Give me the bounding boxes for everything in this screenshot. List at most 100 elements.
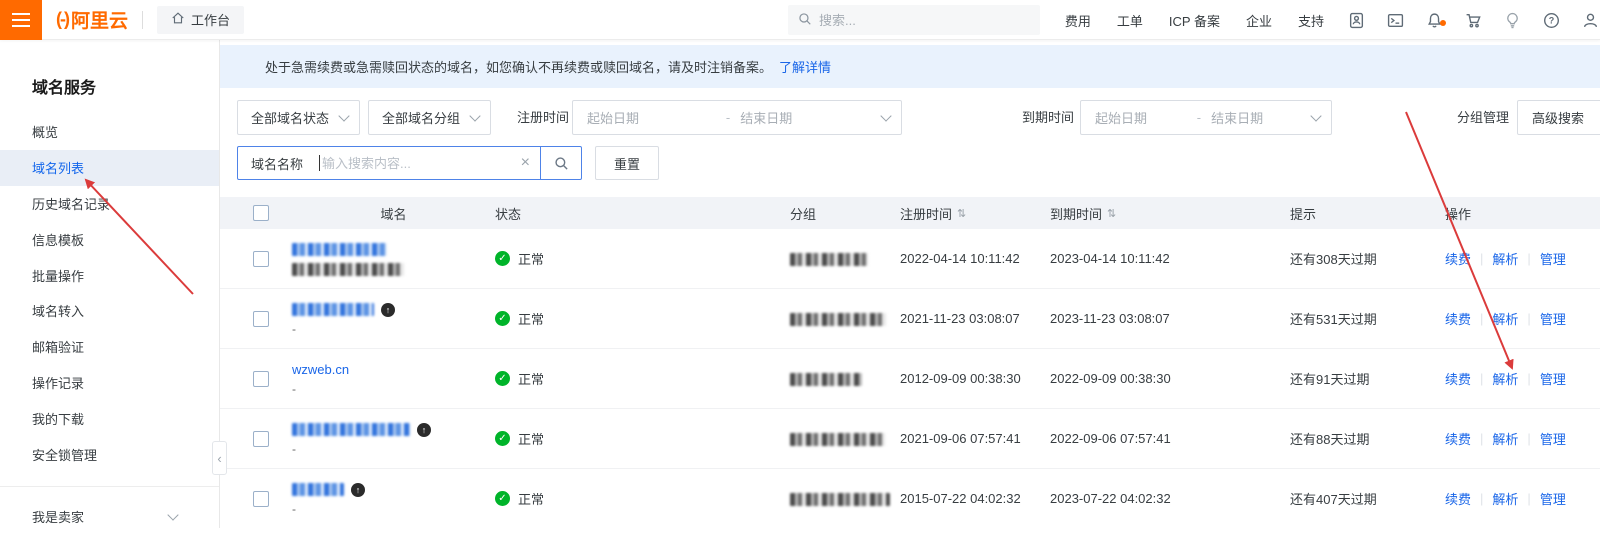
domain-link[interactable]: wzweb.cn (292, 362, 349, 377)
action-link-续费[interactable]: 续费 (1445, 489, 1471, 508)
advanced-search-label: 高级搜索 (1532, 108, 1584, 127)
group-redacted (790, 313, 886, 326)
topbar-nav-item[interactable]: 费用 (1052, 11, 1104, 30)
table-row: ↑-✓正常2021-11-23 03:08:072023-11-23 03:08… (220, 289, 1600, 349)
start-date-placeholder[interactable]: 起始日期 (1095, 108, 1187, 127)
domain-redacted[interactable] (292, 243, 387, 256)
sidebar-item-操作记录[interactable]: 操作记录 (0, 365, 219, 401)
action-link-管理[interactable]: 管理 (1540, 489, 1566, 508)
action-link-管理[interactable]: 管理 (1540, 369, 1566, 388)
group-redacted (790, 493, 890, 506)
sidebar-item-概览[interactable]: 概览 (0, 114, 219, 150)
status-text: 正常 (518, 489, 544, 508)
search-field-selector[interactable]: 域名名称 (238, 154, 319, 173)
action-link-解析[interactable]: 解析 (1492, 489, 1518, 508)
global-search-box[interactable] (788, 5, 1040, 35)
notice-learn-more-link[interactable]: 了解详情 (779, 57, 831, 76)
domain-group-dropdown[interactable]: 全部域名分组 (368, 100, 491, 135)
action-link-解析[interactable]: 解析 (1492, 429, 1518, 448)
reset-button[interactable]: 重置 (595, 146, 659, 180)
reg-time-filter-label: 注册时间 (517, 100, 569, 135)
sidebar-item-邮箱验证[interactable]: 邮箱验证 (0, 329, 219, 365)
domain-search-input[interactable] (320, 156, 511, 171)
table-header: 域名状态分组注册时间⇅到期时间⇅提示操作 (220, 197, 1600, 229)
status-ok-icon: ✓ (495, 431, 510, 446)
topbar-nav-item[interactable]: 工单 (1104, 11, 1156, 30)
select-all-checkbox[interactable] (253, 205, 269, 221)
end-date-placeholder[interactable]: 结束日期 (1211, 108, 1312, 127)
sidebar-item-历史域名记录[interactable]: 历史域名记录 (0, 186, 219, 222)
sidebar-item-信息模板[interactable]: 信息模板 (0, 221, 219, 257)
table-row: ↑-✓正常2015-07-22 04:02:322023-07-22 04:02… (220, 469, 1600, 528)
search-icon (798, 12, 812, 29)
sidebar-item-域名列表[interactable]: 域名列表 (0, 150, 219, 186)
aliyun-logo[interactable]: (-) 阿里云 (56, 6, 128, 33)
action-separator: | (1527, 251, 1530, 266)
topbar-nav-item[interactable]: ICP 备案 (1156, 11, 1233, 30)
topbar: (-) 阿里云 工作台 费用工单ICP 备案企业支持 (0, 0, 1600, 40)
action-link-续费[interactable]: 续费 (1445, 249, 1471, 268)
chevron-down-icon (167, 509, 178, 520)
sidebar-item-域名转入[interactable]: 域名转入 (0, 293, 219, 329)
action-link-管理[interactable]: 管理 (1540, 429, 1566, 448)
exp-time-range-picker[interactable]: 起始日期 - 结束日期 (1080, 100, 1332, 135)
action-link-续费[interactable]: 续费 (1445, 369, 1471, 388)
registration-time: 2021-11-23 03:08:07 (900, 311, 1050, 326)
status-text: 正常 (518, 249, 544, 268)
status-text: 正常 (518, 429, 544, 448)
topbar-nav-item[interactable]: 企业 (1233, 11, 1285, 30)
group-manage-link[interactable]: 分组管理 (1457, 100, 1509, 135)
domain-sub-redacted (292, 263, 404, 276)
bulb-icon[interactable] (1493, 12, 1532, 29)
domain-redacted[interactable] (292, 483, 344, 496)
column-header: 操作 (1445, 204, 1600, 223)
row-checkbox[interactable] (253, 431, 269, 447)
domain-redacted[interactable] (292, 303, 374, 316)
row-checkbox[interactable] (253, 371, 269, 387)
terminal-icon[interactable] (1376, 12, 1415, 29)
clear-icon[interactable]: × (511, 155, 540, 171)
action-link-解析[interactable]: 解析 (1492, 309, 1518, 328)
start-date-placeholder[interactable]: 起始日期 (587, 108, 716, 127)
reg-time-range-picker[interactable]: 起始日期 - 结束日期 (572, 100, 902, 135)
row-checkbox[interactable] (253, 251, 269, 267)
sidebar-item-批量操作[interactable]: 批量操作 (0, 257, 219, 293)
expiration-time: 2023-11-23 03:08:07 (1050, 311, 1290, 326)
user-icon[interactable] (1571, 12, 1600, 29)
hamburger-menu-button[interactable] (0, 0, 42, 40)
domain-search-combo: 域名名称 × (237, 146, 582, 180)
workbench-label: 工作台 (191, 10, 230, 29)
advanced-search-button[interactable]: 高级搜索 (1517, 100, 1600, 135)
help-icon[interactable]: ? (1532, 12, 1571, 29)
bell-icon[interactable] (1415, 12, 1454, 29)
notice-text: 处于急需续费或急需赎回状态的域名，如您确认不再续费或赎回域名，请及时注销备案。 (265, 57, 772, 76)
group-redacted (790, 253, 868, 266)
action-link-解析[interactable]: 解析 (1492, 369, 1518, 388)
sort-icon[interactable]: ⇅ (957, 207, 966, 220)
action-link-管理[interactable]: 管理 (1540, 309, 1566, 328)
row-checkbox[interactable] (253, 311, 269, 327)
action-link-续费[interactable]: 续费 (1445, 429, 1471, 448)
sidebar-item-安全锁管理[interactable]: 安全锁管理 (0, 436, 219, 472)
topbar-nav-item[interactable]: 支持 (1285, 11, 1337, 30)
action-link-管理[interactable]: 管理 (1540, 249, 1566, 268)
app-icon[interactable] (1337, 12, 1376, 29)
row-checkbox[interactable] (253, 491, 269, 507)
column-header: 状态 (495, 204, 790, 223)
sidebar-collapse-handle[interactable]: ‹ (212, 441, 227, 475)
column-header: 注册时间⇅ (900, 204, 1050, 223)
global-search-input[interactable] (819, 13, 1030, 28)
domain-redacted[interactable] (292, 423, 410, 436)
domain-sub-text: - (292, 502, 495, 516)
sidebar-item-seller[interactable]: 我是卖家 (0, 495, 219, 539)
sort-icon[interactable]: ⇅ (1107, 207, 1116, 220)
cart-icon[interactable] (1454, 12, 1493, 29)
notification-dot (1440, 20, 1446, 26)
action-link-解析[interactable]: 解析 (1492, 249, 1518, 268)
domain-status-dropdown[interactable]: 全部域名状态 (237, 100, 360, 135)
action-link-续费[interactable]: 续费 (1445, 309, 1471, 328)
end-date-placeholder[interactable]: 结束日期 (740, 108, 882, 127)
workbench-button[interactable]: 工作台 (157, 6, 244, 34)
sidebar-item-我的下载[interactable]: 我的下载 (0, 400, 219, 436)
search-button[interactable] (541, 147, 581, 179)
